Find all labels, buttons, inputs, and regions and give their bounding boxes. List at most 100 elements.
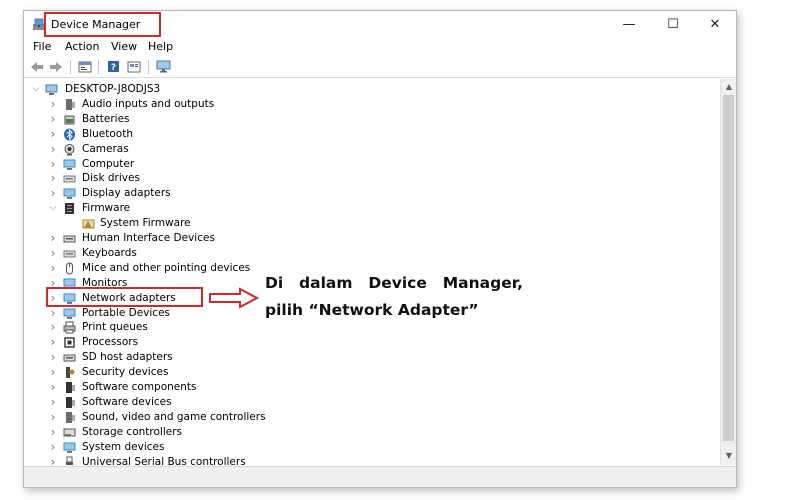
disk-icon bbox=[63, 172, 76, 185]
chevron-right-icon[interactable]: › bbox=[48, 143, 58, 155]
pointer-arrow-icon bbox=[209, 287, 260, 309]
menu-help[interactable]: Help bbox=[148, 40, 173, 53]
title-highlight-box bbox=[44, 12, 161, 37]
speaker-icon bbox=[63, 98, 76, 111]
status-bar bbox=[24, 466, 736, 487]
tree-item-label: Computer bbox=[82, 157, 135, 170]
annotation-word: Di bbox=[265, 274, 284, 292]
tree-item-row[interactable]: › Bluetooth bbox=[24, 127, 720, 142]
chevron-right-icon[interactable]: › bbox=[48, 247, 58, 259]
chevron-down-icon[interactable]: ⌵ bbox=[31, 83, 41, 95]
chevron-right-icon[interactable]: › bbox=[48, 336, 58, 348]
chevron-right-icon[interactable]: › bbox=[48, 381, 58, 393]
chevron-right-icon[interactable]: › bbox=[48, 441, 58, 453]
tree-item-row[interactable]: › Security devices bbox=[24, 365, 720, 380]
scroll-down-icon[interactable]: ▼ bbox=[721, 449, 736, 463]
view-icon[interactable] bbox=[125, 58, 143, 75]
tree-item-row[interactable]: ⌵ Firmware bbox=[24, 201, 720, 216]
usb-icon bbox=[63, 456, 76, 465]
minimize-button[interactable]: — bbox=[608, 11, 650, 37]
forward-icon[interactable] bbox=[47, 58, 65, 75]
security-icon bbox=[63, 366, 76, 379]
system-firmware-icon bbox=[82, 217, 95, 230]
chevron-right-icon[interactable]: › bbox=[48, 187, 58, 199]
tree-item-label: Print queues bbox=[82, 321, 148, 334]
tree-item-label: Cameras bbox=[82, 142, 129, 155]
computer-root-icon bbox=[45, 84, 58, 95]
tree-item-row[interactable]: › Disk drives bbox=[24, 171, 720, 186]
chevron-right-icon[interactable]: › bbox=[48, 158, 58, 170]
chevron-right-icon[interactable]: › bbox=[48, 456, 58, 466]
tree-item-label: Disk drives bbox=[82, 172, 140, 185]
scroll-thumb[interactable] bbox=[723, 95, 734, 441]
camera-icon bbox=[63, 143, 76, 156]
toolbar: ? bbox=[24, 56, 736, 78]
storage-icon bbox=[63, 426, 76, 439]
tree-item-row[interactable]: › Human Interface Devices bbox=[24, 231, 720, 246]
tree-item-row[interactable]: › Computer bbox=[24, 157, 720, 172]
chevron-right-icon[interactable]: › bbox=[48, 321, 58, 333]
keyboard-icon bbox=[63, 247, 76, 260]
tree-item-row[interactable]: › Sound, video and game controllers bbox=[24, 410, 720, 425]
tree-item-label: Mice and other pointing devices bbox=[82, 261, 251, 274]
chevron-right-icon[interactable]: › bbox=[48, 128, 58, 140]
tree-item-row[interactable]: › Universal Serial Bus controllers bbox=[24, 455, 720, 466]
chevron-right-icon[interactable]: › bbox=[48, 411, 58, 423]
system-devices-icon bbox=[63, 441, 76, 454]
maximize-button[interactable]: ☐ bbox=[652, 11, 694, 37]
vertical-scrollbar[interactable]: ▲ ▼ bbox=[720, 79, 736, 465]
chevron-down-icon[interactable]: ⌵ bbox=[48, 202, 58, 214]
tree-item-row[interactable]: › Software devices bbox=[24, 395, 720, 410]
tree-item-row[interactable]: › Processors bbox=[24, 335, 720, 350]
tree-item-row[interactable]: › Audio inputs and outputs bbox=[24, 97, 720, 112]
device-manager-window: Device Manager — ☐ ✕ File Action View He… bbox=[23, 10, 737, 488]
tree-item-row[interactable]: › SD host adapters bbox=[24, 350, 720, 365]
chevron-right-icon[interactable]: › bbox=[48, 113, 58, 125]
chevron-right-icon[interactable]: › bbox=[48, 426, 58, 438]
chevron-right-icon[interactable]: › bbox=[48, 172, 58, 184]
menu-file[interactable]: File bbox=[33, 40, 51, 53]
chevron-right-icon[interactable]: › bbox=[48, 396, 58, 408]
instruction-annotation: Di dalam Device Manager, pilih “Network … bbox=[265, 270, 523, 324]
tree-item-label: SD host adapters bbox=[82, 351, 173, 364]
help-icon[interactable]: ? bbox=[104, 58, 122, 75]
sound-icon bbox=[63, 411, 76, 424]
tree-item-label: Batteries bbox=[82, 112, 130, 125]
software-components-icon bbox=[63, 381, 76, 394]
tree-item-row[interactable]: › Keyboards bbox=[24, 246, 720, 261]
computer-icon bbox=[63, 158, 76, 171]
tree-item-row[interactable]: System Firmware bbox=[24, 216, 720, 231]
toolbar-separator bbox=[98, 60, 99, 74]
tree-item-label: Human Interface Devices bbox=[82, 232, 215, 244]
menu-action[interactable]: Action bbox=[65, 40, 99, 53]
toolbar-separator bbox=[70, 60, 71, 74]
chevron-right-icon[interactable]: › bbox=[48, 351, 58, 363]
chevron-right-icon[interactable]: › bbox=[48, 366, 58, 378]
close-button[interactable]: ✕ bbox=[694, 11, 736, 37]
printer-icon bbox=[63, 321, 76, 334]
scroll-up-icon[interactable]: ▲ bbox=[721, 80, 736, 94]
tree-item-row[interactable]: › Software components bbox=[24, 380, 720, 395]
tree-item-row[interactable]: › System devices bbox=[24, 440, 720, 455]
tree-item-row[interactable]: › Display adapters bbox=[24, 186, 720, 201]
software-devices-icon bbox=[63, 396, 76, 409]
tree-item-row[interactable]: › Cameras bbox=[24, 142, 720, 157]
monitor-icon[interactable] bbox=[154, 58, 172, 75]
chevron-right-icon[interactable]: › bbox=[48, 307, 58, 319]
battery-icon bbox=[63, 113, 76, 126]
properties-icon[interactable] bbox=[76, 58, 94, 75]
menu-view[interactable]: View bbox=[111, 40, 137, 53]
tree-item-row[interactable]: › Storage controllers bbox=[24, 425, 720, 440]
chevron-right-icon[interactable]: › bbox=[48, 262, 58, 274]
tree-item-label: Keyboards bbox=[82, 246, 137, 259]
tree-item-row[interactable]: › Batteries bbox=[24, 112, 720, 127]
back-icon[interactable] bbox=[28, 58, 46, 75]
tree-item-label: Universal Serial Bus controllers bbox=[82, 455, 246, 466]
tree-root-row[interactable]: ⌵ DESKTOP-J8ODJS3 bbox=[24, 82, 720, 97]
chevron-right-icon[interactable]: › bbox=[48, 98, 58, 110]
tree-item-label: Bluetooth bbox=[82, 127, 133, 140]
tree-item-label: Processors bbox=[82, 336, 139, 349]
chevron-right-icon[interactable]: › bbox=[48, 232, 58, 244]
display-icon bbox=[63, 187, 76, 200]
hid-icon bbox=[63, 232, 76, 245]
